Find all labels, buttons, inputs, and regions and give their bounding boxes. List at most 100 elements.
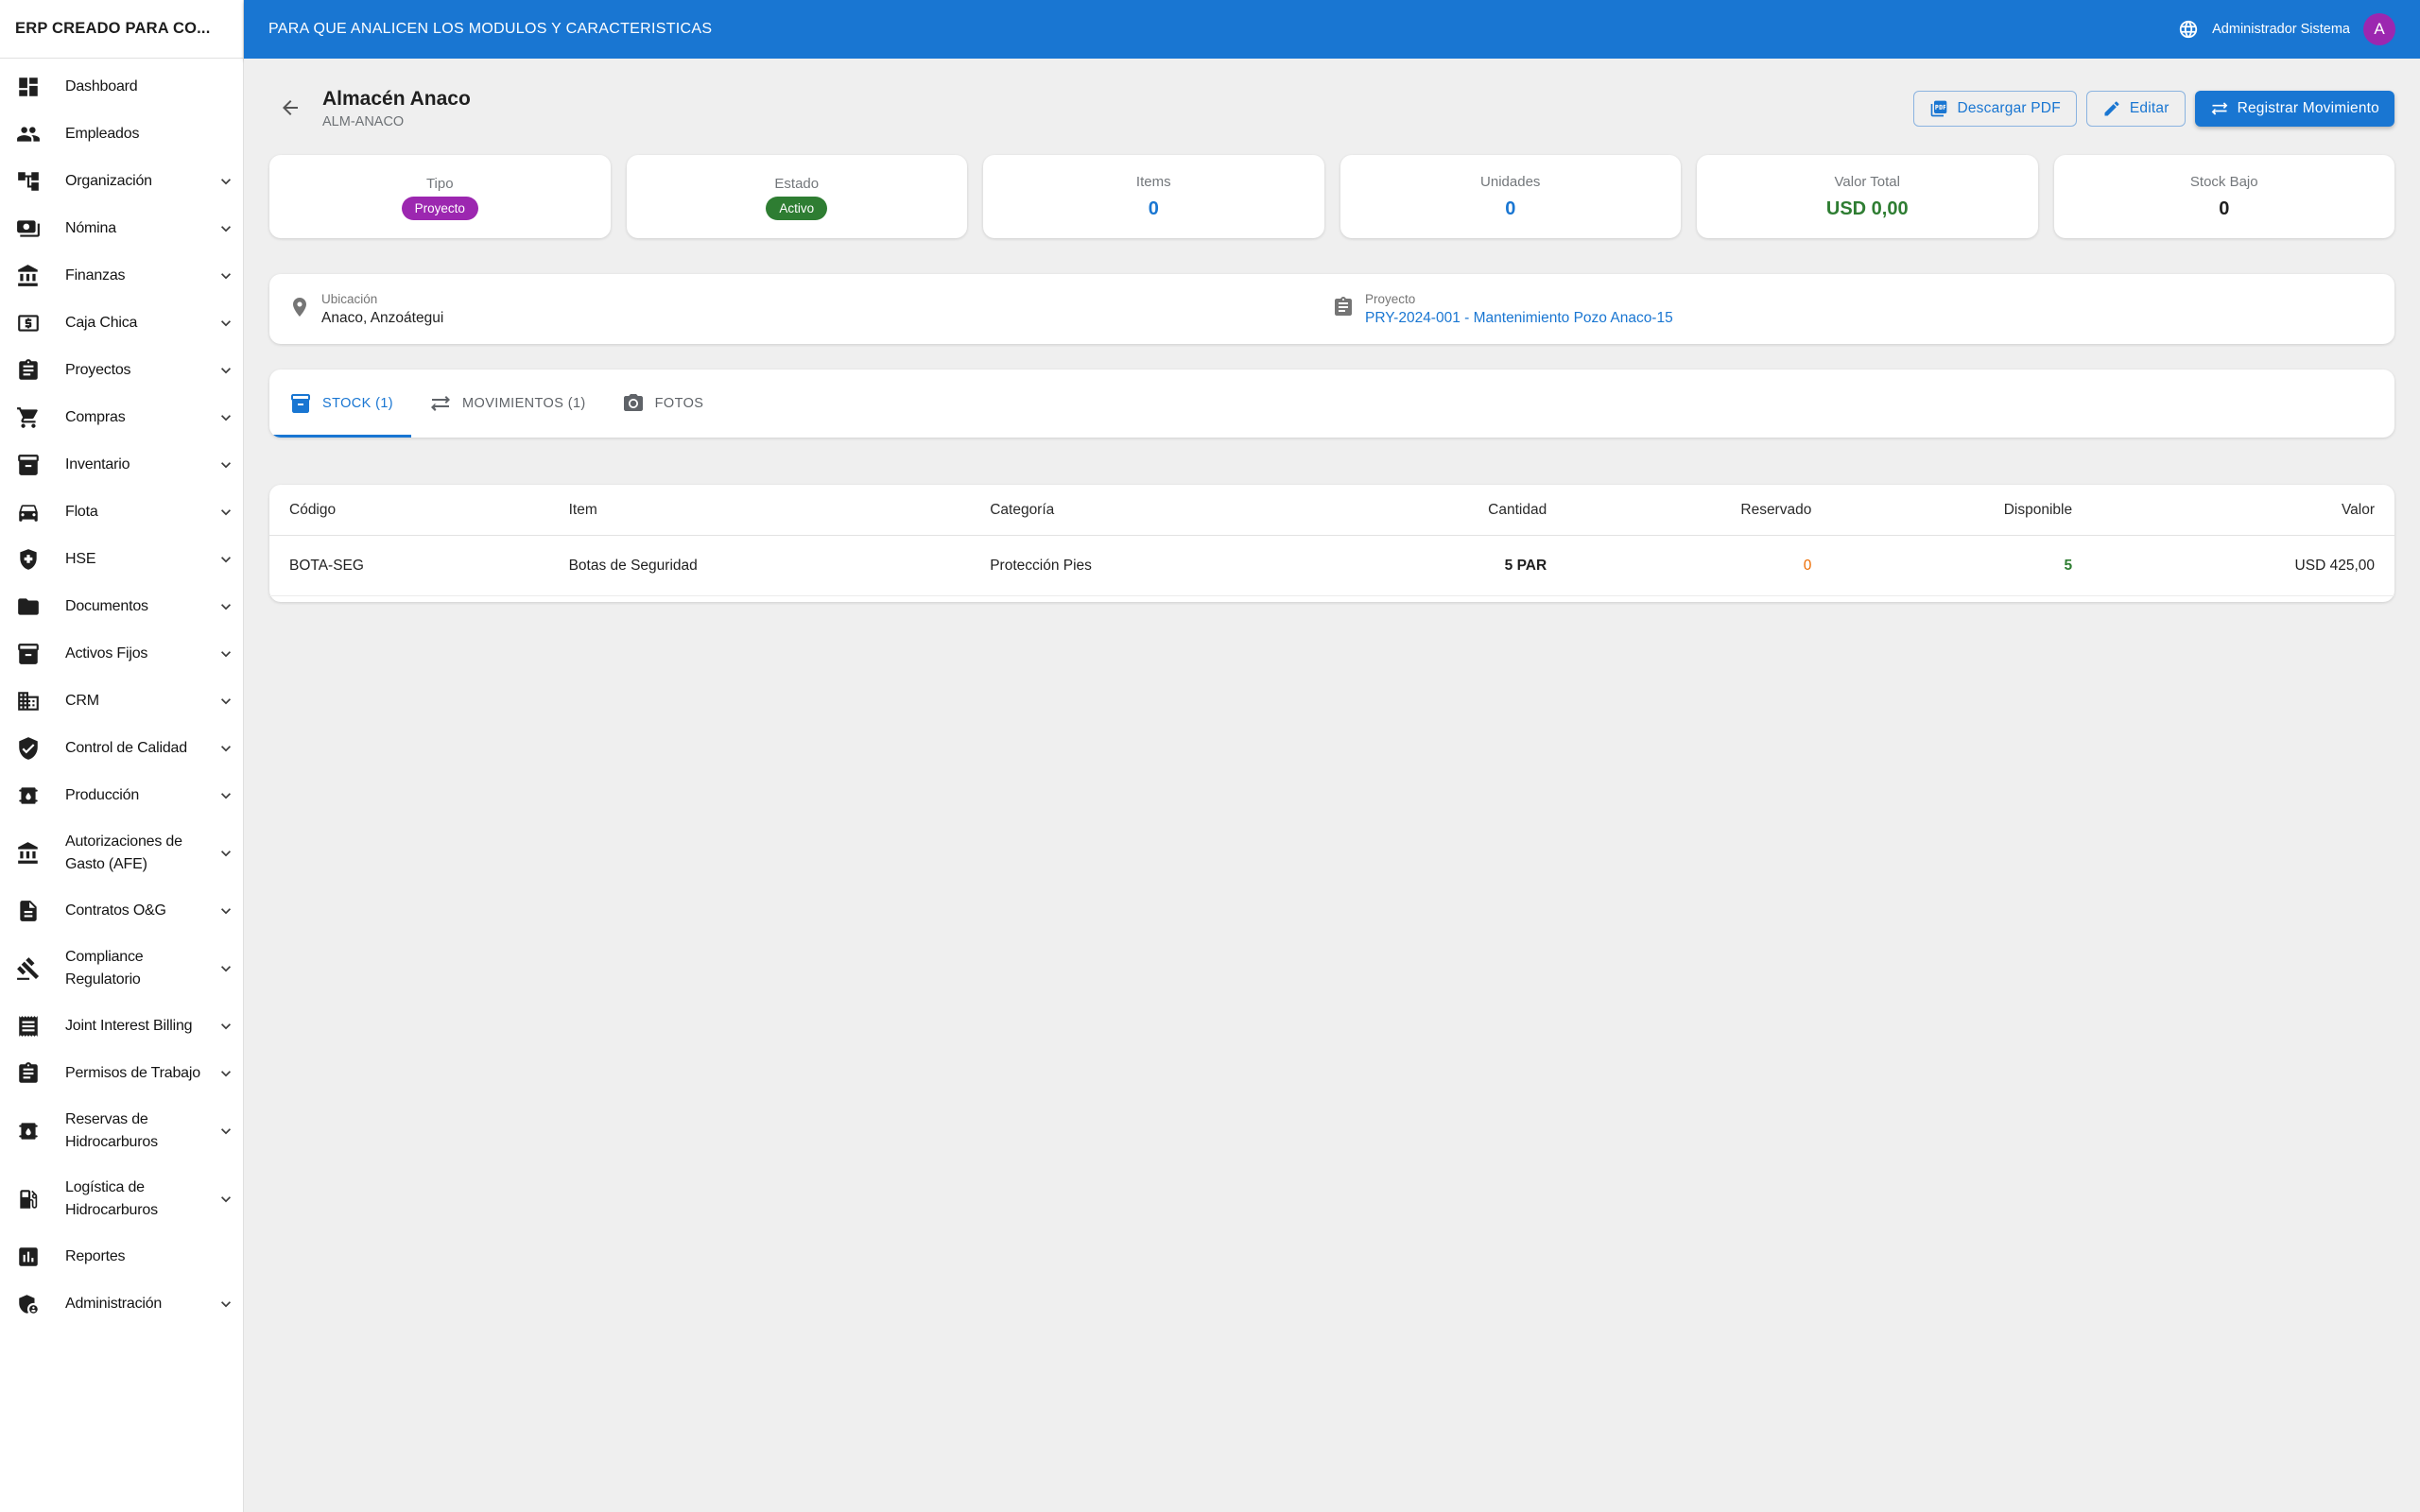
sidebar-item-reservas-de-hidrocarburos[interactable]: Reservas de Hidrocarburos [0,1097,243,1165]
location-info: Ubicación Anaco, Anzoátegui [288,292,1332,327]
sidebar-item-label: Documentos [65,598,148,614]
topbar-title: PARA QUE ANALICEN LOS MODULOS Y CARACTER… [268,21,713,37]
edit-button[interactable]: Editar [2085,91,2186,127]
cart-icon [16,405,41,430]
tabs: STOCK (1) MOVIMIENTOS (1) FOTOS [269,369,2394,438]
pencil-icon [2102,99,2121,118]
sidebar-item-finanzas[interactable]: Finanzas [0,252,243,300]
project-link[interactable]: PRY-2024-001 - Mantenimiento Pozo Anaco-… [1365,310,1673,326]
back-arrow-icon [279,96,302,122]
sidebar-item-compras[interactable]: Compras [0,394,243,441]
chevron-down-icon [216,219,235,238]
sidebar-item-caja-chica[interactable]: Caja Chica [0,300,243,347]
stat-value: USD 0,00 [1825,198,1909,219]
chevron-down-icon [216,644,235,663]
chevron-down-icon [216,786,235,805]
sidebar-item-compliance-regulatorio[interactable]: Compliance Regulatorio [0,935,243,1003]
org-tree-icon [16,169,41,194]
location-value: Anaco, Anzoátegui [321,309,444,326]
estado-badge: Activo [766,197,828,220]
tab-movimientos[interactable]: MOVIMIENTOS (1) [411,369,604,438]
stat-card-items: Items 0 [983,155,1324,238]
sidebar-item-label: Finanzas [65,267,126,284]
dashboard-icon [16,75,41,99]
page-code: ALM-ANACO [322,114,405,129]
stat-label: Estado [774,176,820,192]
sidebar-item-activos-fijos[interactable]: Activos Fijos [0,630,243,678]
clipboard-icon [16,1061,41,1086]
chevron-down-icon [216,172,235,191]
sidebar-item-label: Logística de Hidrocarburos [65,1179,158,1218]
sidebar-item-logistica-de-hidrocarburos[interactable]: Logística de Hidrocarburos [0,1165,243,1233]
location-label: Ubicación [321,291,378,306]
sidebar-item-label: Empleados [65,126,140,142]
user-name[interactable]: Administrador Sistema [2212,22,2350,37]
page-title: Almacén Anaco [322,88,471,110]
sidebar-item-crm[interactable]: CRM [0,678,243,725]
sidebar-item-contratos-og[interactable]: Contratos O&G [0,887,243,935]
globe-icon[interactable] [2178,19,2199,40]
sidebar-item-documentos[interactable]: Documentos [0,583,243,630]
sidebar-item-joint-interest-billing[interactable]: Joint Interest Billing [0,1003,243,1050]
user-avatar[interactable]: A [2363,13,2395,45]
sidebar-item-label: Proyectos [65,362,131,378]
chevron-down-icon [216,1190,235,1209]
location-pin-icon [288,296,311,318]
payments-icon [16,216,41,241]
stat-card-tipo: Tipo Proyecto [269,155,611,238]
table-row[interactable]: BOTA-SEG Botas de Seguridad Protección P… [269,536,2394,596]
sidebar-item-afe[interactable]: Autorizaciones de Gasto (AFE) [0,819,243,887]
clipboard-icon [16,358,41,383]
sidebar-item-flota[interactable]: Flota [0,489,243,536]
sidebar-item-label: Producción [65,787,140,803]
column-header-codigo: Código [289,501,337,518]
archive-icon [16,642,41,666]
chevron-down-icon [216,361,235,380]
bank-icon [16,841,41,866]
sidebar-item-organizacion[interactable]: Organización [0,158,243,205]
sidebar-item-nomina[interactable]: Nómina [0,205,243,252]
sidebar-item-label: Control de Calidad [65,740,187,756]
sidebar-item-empleados[interactable]: Empleados [0,111,243,158]
stat-label: Tipo [425,176,454,192]
cell-item: Botas de Seguridad [568,557,698,574]
tab-fotos[interactable]: FOTOS [604,369,722,438]
oil-barrel-icon [16,1119,41,1143]
sidebar-item-administracion[interactable]: Administración [0,1280,243,1328]
sidebar-item-dashboard[interactable]: Dashboard [0,63,243,111]
stat-cards: Tipo Proyecto Estado Activo Items 0 Unid… [269,155,2394,238]
tab-stock[interactable]: STOCK (1) [271,369,412,438]
tab-label: STOCK (1) [322,396,394,411]
sidebar-item-control-de-calidad[interactable]: Control de Calidad [0,725,243,772]
sidebar-item-inventario[interactable]: Inventario [0,441,243,489]
sidebar-item-permisos-de-trabajo[interactable]: Permisos de Trabajo [0,1050,243,1097]
oil-barrel-icon [16,783,41,808]
health-shield-icon [16,547,41,572]
sidebar-item-label: Permisos de Trabajo [65,1065,200,1081]
sidebar-item-hse[interactable]: HSE [0,536,243,583]
stat-value: 0 [1148,198,1159,219]
sidebar-item-label: Reportes [65,1248,126,1264]
sidebar-item-reportes[interactable]: Reportes [0,1233,243,1280]
sidebar-item-produccion[interactable]: Producción [0,772,243,819]
chevron-down-icon [216,844,235,863]
download-pdf-button[interactable]: Descargar PDF [1913,91,2077,127]
cell-categoria: Protección Pies [990,557,1092,574]
chevron-down-icon [216,1017,235,1036]
chevron-down-icon [216,597,235,616]
admin-shield-icon [16,1292,41,1316]
camera-icon [622,392,645,415]
inventory-icon [289,392,312,415]
sidebar-item-proyectos[interactable]: Proyectos [0,347,243,394]
project-label: Proyecto [1365,291,1416,306]
sidebar: ERP CREADO PARA CO... Dashboard Empleado… [0,0,244,1512]
column-header-categoria: Categoría [990,501,1055,518]
clipboard-icon [1332,296,1355,318]
gas-station-icon [16,1187,41,1211]
app-title: ERP CREADO PARA CO... [0,0,243,59]
column-header-disponible: Disponible [2003,501,2073,518]
back-button[interactable] [269,88,311,129]
register-movement-button[interactable]: Registrar Movimiento [2194,91,2394,127]
chevron-down-icon [216,455,235,474]
sidebar-item-label: Reservas de Hidrocarburos [65,1111,158,1150]
